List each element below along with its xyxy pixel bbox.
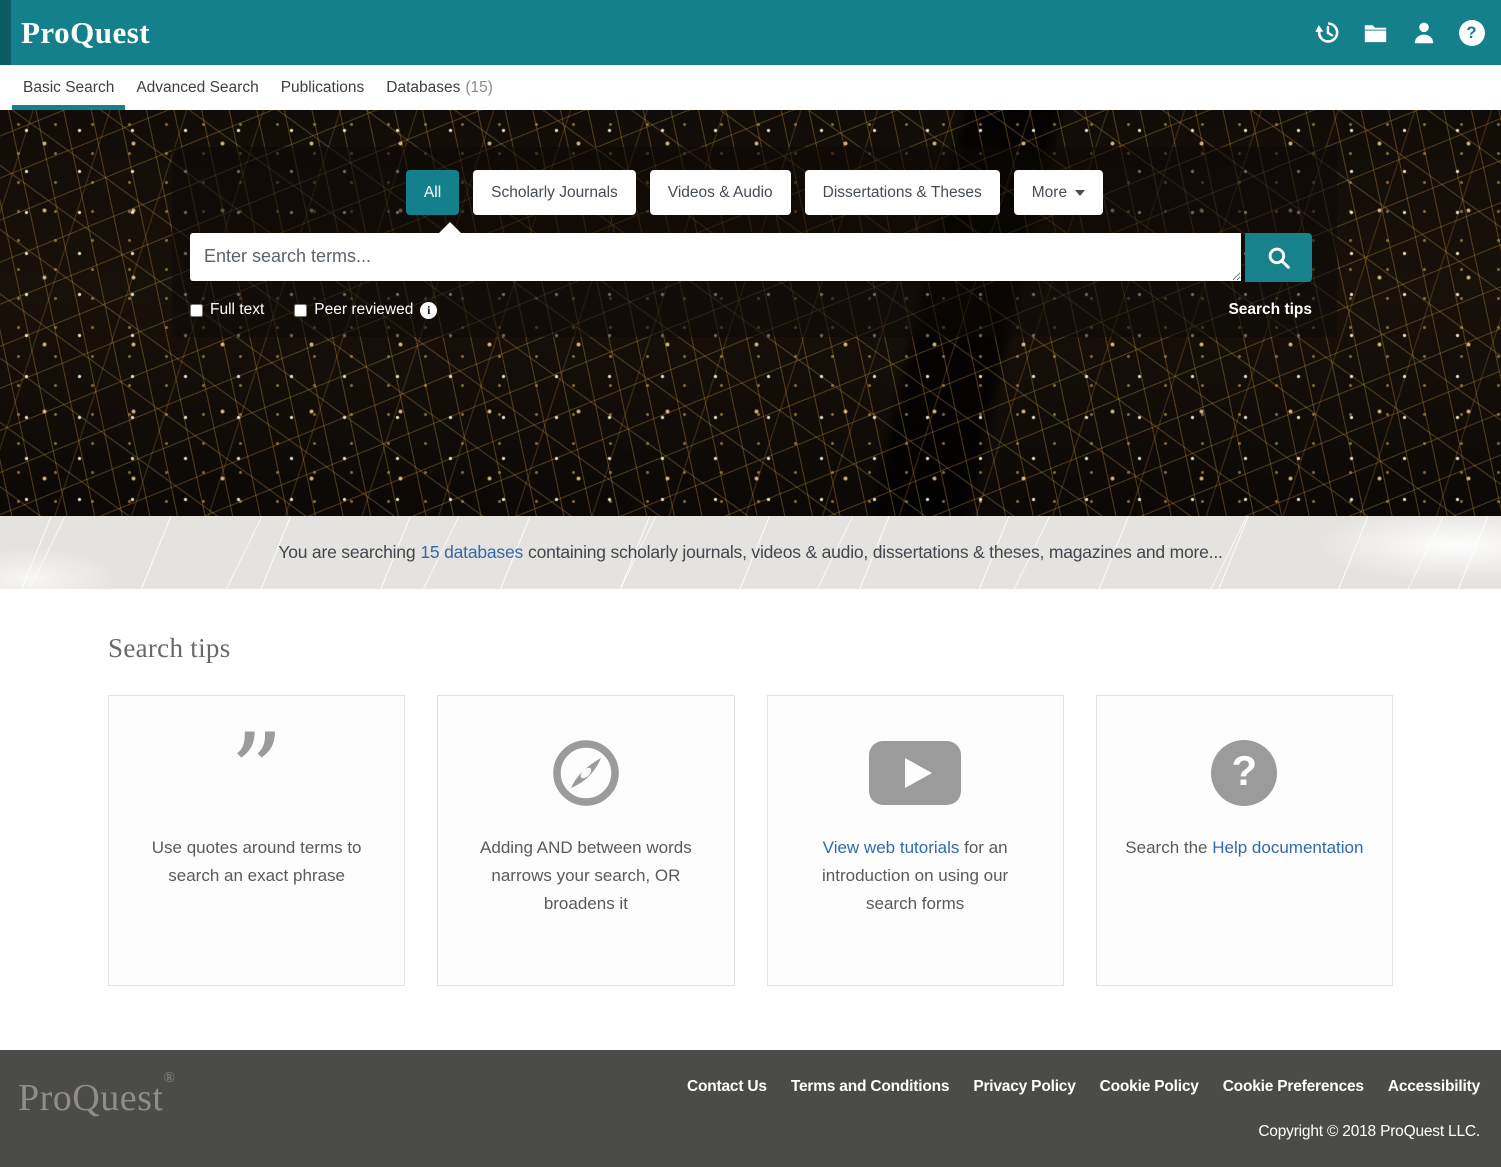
tip-card-operators: Adding AND between words narrows your se… bbox=[437, 695, 734, 986]
footer-link-privacy[interactable]: Privacy Policy bbox=[973, 1078, 1075, 1096]
main-nav: Basic Search Advanced Search Publication… bbox=[0, 65, 1501, 110]
proquest-logo[interactable]: ProQuest bbox=[21, 15, 150, 51]
tab-all-label: All bbox=[424, 184, 441, 202]
compass-icon bbox=[438, 730, 733, 816]
tip-card-quotes-text: Use quotes around terms to search an exa… bbox=[137, 834, 377, 890]
nav-databases[interactable]: Databases (15) bbox=[375, 65, 504, 110]
search-icon bbox=[1265, 244, 1293, 272]
footer: ProQuest® Contact Us Terms and Condition… bbox=[0, 1050, 1501, 1167]
footer-link-cookie-policy[interactable]: Cookie Policy bbox=[1100, 1078, 1199, 1096]
copyright-text: Copyright © 2018 ProQuest LLC. bbox=[1258, 1123, 1480, 1141]
info-icon[interactable]: i bbox=[420, 302, 437, 319]
peer-reviewed-option[interactable]: Peer reviewed i bbox=[294, 301, 437, 319]
databases-count-link[interactable]: 15 databases bbox=[420, 542, 523, 563]
full-text-label: Full text bbox=[210, 301, 264, 319]
footer-right: Contact Us Terms and Conditions Privacy … bbox=[687, 1078, 1480, 1141]
tip-card-tutorials: View web tutorials for an introduction o… bbox=[767, 695, 1064, 986]
tip-card-operators-text: Adding AND between words narrows your se… bbox=[466, 834, 706, 918]
footer-proquest-logo: ProQuest® bbox=[18, 1070, 175, 1120]
full-text-checkbox[interactable] bbox=[190, 304, 203, 317]
tab-dissertations-theses-label: Dissertations & Theses bbox=[823, 184, 982, 202]
tips-section: Search tips ” Use quotes around terms to… bbox=[0, 589, 1501, 986]
hero-image: All Scholarly Journals Videos & Audio Di… bbox=[0, 110, 1501, 516]
nav-databases-label: Databases bbox=[386, 79, 460, 97]
search-options: Full text Peer reviewed i Search tips bbox=[190, 301, 1312, 319]
registered-trademark: ® bbox=[163, 1070, 175, 1086]
tab-dissertations-theses[interactable]: Dissertations & Theses bbox=[805, 170, 1000, 215]
database-status-bar: You are searching 15 databases containin… bbox=[0, 516, 1501, 589]
nav-advanced-search[interactable]: Advanced Search bbox=[125, 65, 269, 110]
top-header: ProQuest bbox=[0, 0, 1501, 65]
nav-publications[interactable]: Publications bbox=[270, 65, 376, 110]
question-icon: ? bbox=[1097, 730, 1392, 816]
tips-heading: Search tips bbox=[108, 633, 1393, 664]
tab-videos-audio-label: Videos & Audio bbox=[668, 184, 773, 202]
tip-card-help-text: Search the Help documentation bbox=[1124, 834, 1364, 862]
search-tips-link[interactable]: Search tips bbox=[1228, 301, 1312, 319]
status-prefix: You are searching bbox=[278, 542, 415, 563]
footer-link-accessibility[interactable]: Accessibility bbox=[1388, 1078, 1480, 1096]
footer-link-terms[interactable]: Terms and Conditions bbox=[791, 1078, 949, 1096]
nav-basic-search-label: Basic Search bbox=[23, 79, 114, 97]
nav-advanced-search-label: Advanced Search bbox=[136, 79, 258, 97]
active-tab-pointer bbox=[439, 222, 461, 233]
quote-icon: ” bbox=[109, 730, 404, 816]
header-icon-group: ? bbox=[1314, 0, 1485, 65]
header-accent-strip bbox=[0, 0, 11, 65]
tab-videos-audio[interactable]: Videos & Audio bbox=[650, 170, 791, 215]
tab-all[interactable]: All bbox=[406, 170, 459, 215]
tab-more-label: More bbox=[1032, 184, 1067, 202]
saved-folder-icon[interactable] bbox=[1362, 19, 1389, 46]
tip-card-tutorials-text: View web tutorials for an introduction o… bbox=[795, 834, 1035, 918]
help-icon[interactable]: ? bbox=[1458, 19, 1485, 46]
caret-down-icon bbox=[1075, 190, 1085, 196]
tab-scholarly-journals-label: Scholarly Journals bbox=[491, 184, 618, 202]
footer-links: Contact Us Terms and Conditions Privacy … bbox=[687, 1078, 1480, 1096]
peer-reviewed-label: Peer reviewed bbox=[314, 301, 413, 319]
nav-basic-search[interactable]: Basic Search bbox=[12, 65, 125, 110]
proquest-page: ProQuest bbox=[0, 0, 1501, 1167]
status-suffix: containing scholarly journals, videos & … bbox=[528, 542, 1223, 563]
my-account-icon[interactable] bbox=[1410, 19, 1437, 46]
footer-link-cookie-preferences[interactable]: Cookie Preferences bbox=[1223, 1078, 1364, 1096]
nav-publications-label: Publications bbox=[281, 79, 365, 97]
search-input[interactable] bbox=[190, 233, 1241, 281]
full-text-option[interactable]: Full text bbox=[190, 301, 264, 319]
tip-card-quotes: ” Use quotes around terms to search an e… bbox=[108, 695, 405, 986]
tip-card-help: ? Search the Help documentation bbox=[1096, 695, 1393, 986]
play-icon bbox=[768, 730, 1063, 816]
tab-scholarly-journals[interactable]: Scholarly Journals bbox=[473, 170, 636, 215]
recent-searches-icon[interactable] bbox=[1314, 19, 1341, 46]
nav-databases-count: (15) bbox=[465, 79, 493, 97]
help-documentation-link[interactable]: Help documentation bbox=[1212, 838, 1363, 857]
tips-cards: ” Use quotes around terms to search an e… bbox=[108, 695, 1393, 986]
search-panel: All Scholarly Journals Videos & Audio Di… bbox=[172, 147, 1337, 337]
search-button[interactable] bbox=[1245, 233, 1312, 282]
tab-more[interactable]: More bbox=[1014, 170, 1103, 215]
help-question-glyph: ? bbox=[1459, 20, 1485, 46]
web-tutorials-link[interactable]: View web tutorials bbox=[823, 838, 960, 857]
footer-link-contact-us[interactable]: Contact Us bbox=[687, 1078, 767, 1096]
search-bar bbox=[190, 233, 1312, 282]
peer-reviewed-checkbox[interactable] bbox=[294, 304, 307, 317]
search-tabs: All Scholarly Journals Videos & Audio Di… bbox=[172, 170, 1337, 215]
